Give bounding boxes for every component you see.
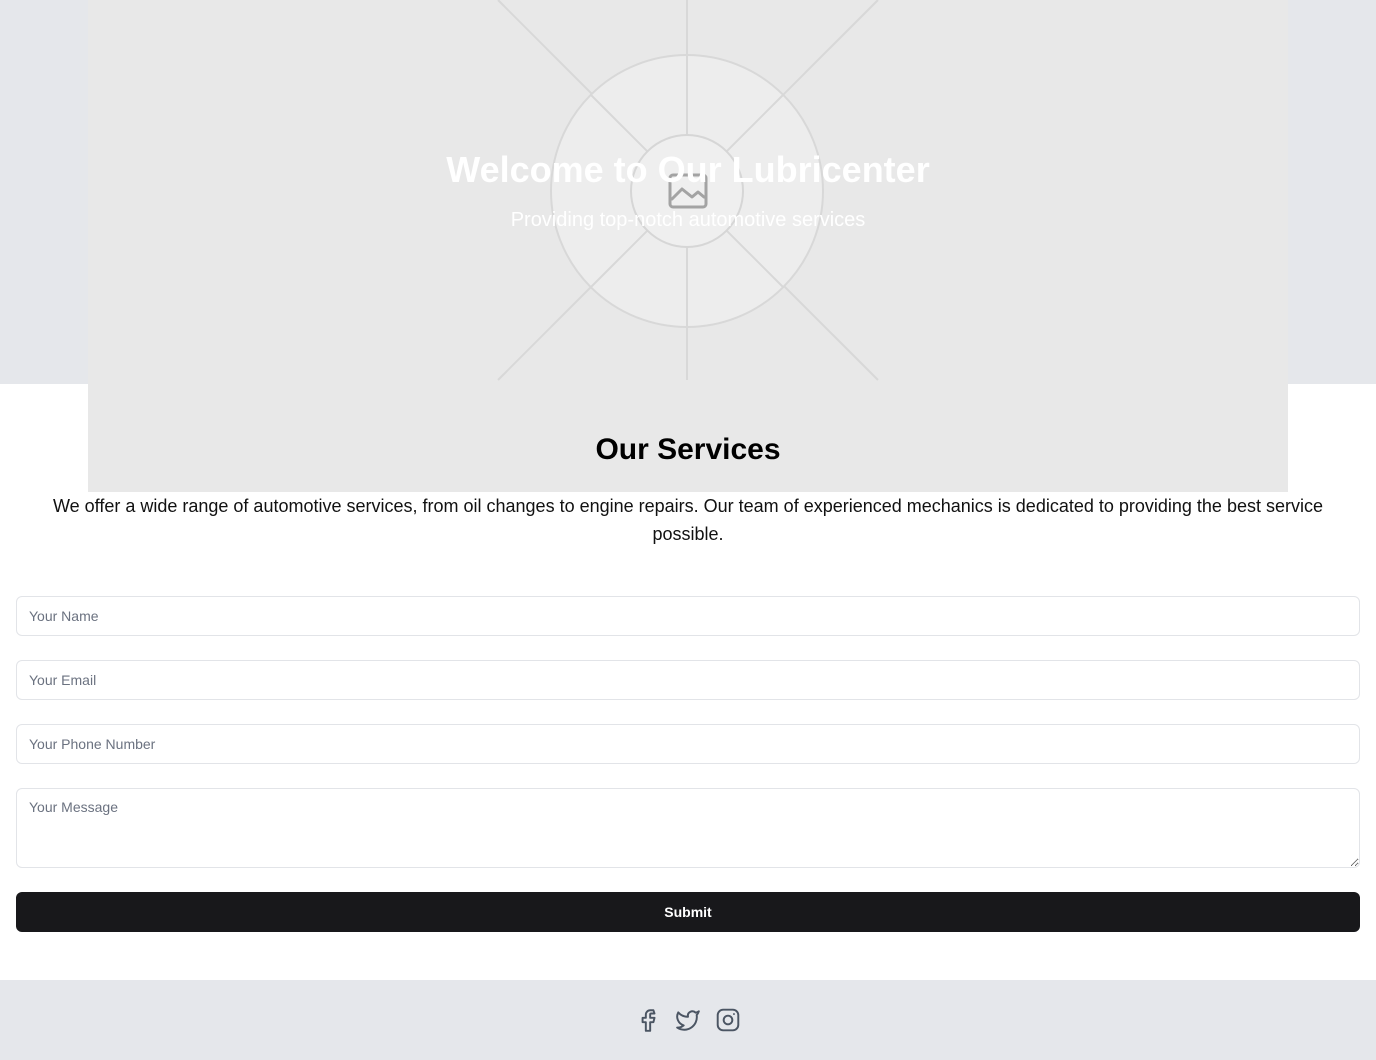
submit-button[interactable]: Submit	[16, 892, 1360, 932]
services-title: Our Services	[595, 433, 781, 466]
footer	[0, 980, 1376, 1060]
twitter-icon	[676, 1010, 700, 1031]
instagram-link[interactable]	[715, 1007, 741, 1033]
email-input[interactable]	[16, 660, 1360, 700]
facebook-icon	[641, 1009, 656, 1032]
hero-title: Welcome to Our Lubricenter	[446, 149, 930, 190]
instagram-icon	[716, 1008, 740, 1032]
message-textarea[interactable]	[16, 788, 1360, 868]
hero-subtitle: Providing top-notch automotive services	[510, 209, 866, 231]
image-placeholder-graphic	[497, 0, 879, 381]
phone-input[interactable]	[16, 724, 1360, 764]
services-description: We offer a wide range of automotive serv…	[52, 496, 1323, 544]
facebook-link[interactable]	[635, 1007, 661, 1033]
name-input[interactable]	[16, 596, 1360, 636]
twitter-link[interactable]	[675, 1007, 701, 1033]
hero-image-placeholder	[88, 0, 1288, 492]
